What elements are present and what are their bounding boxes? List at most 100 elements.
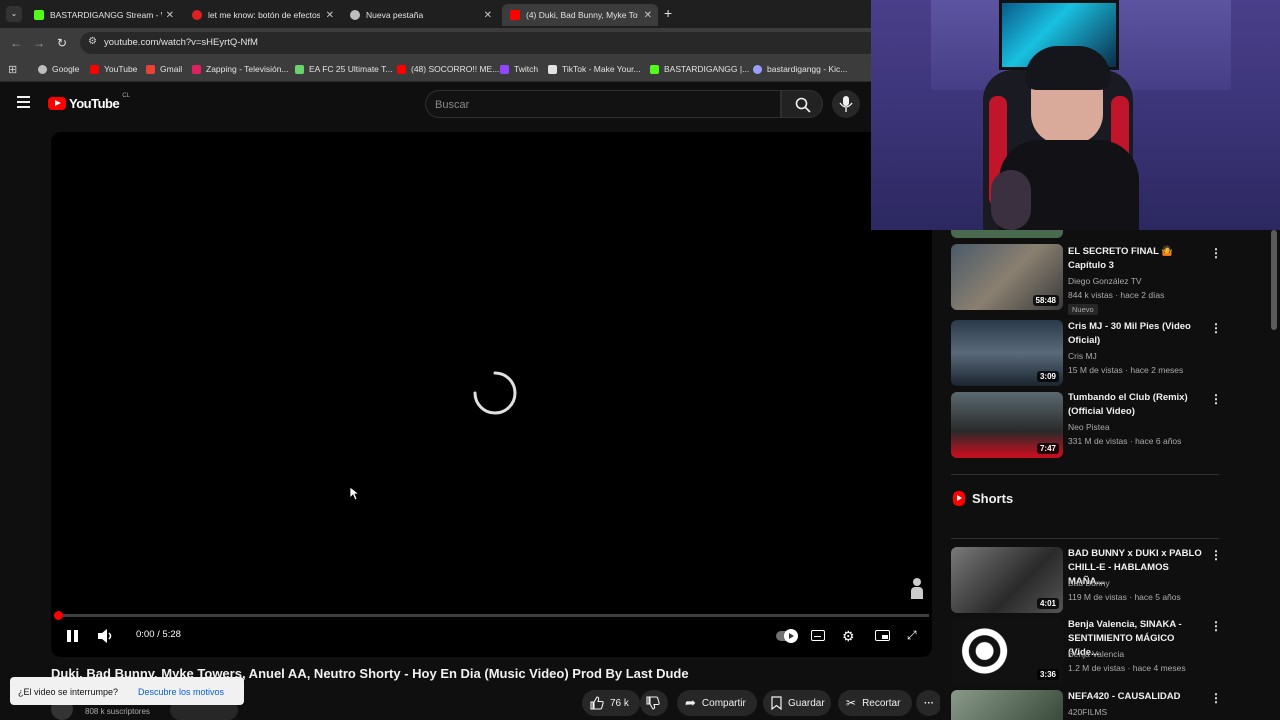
tab-new-tab[interactable]: Nueva pestaña ✕: [342, 4, 498, 26]
bookmark-socorro[interactable]: (48) SOCORRO!! ME...: [397, 64, 499, 74]
time-display: 0:00 / 5:28: [136, 629, 181, 640]
save-button[interactable]: Guardar: [763, 690, 831, 716]
channel-name[interactable]: 420FILMS: [1068, 707, 1107, 717]
new-tab-plus-icon[interactable]: +: [664, 5, 672, 21]
chrome-icon: [350, 10, 360, 20]
more-vertical-icon[interactable]: ⋮: [1210, 246, 1222, 260]
tab-kick-stream[interactable]: BASTARDIGANGG Stream - Wa ✕: [26, 4, 180, 26]
bookmark-icon: [771, 696, 782, 710]
like-button[interactable]: 76 k: [582, 690, 640, 716]
shorts-heading: Shorts: [972, 491, 1014, 506]
fullscreen-icon[interactable]: ⤢: [907, 628, 917, 643]
new-badge: Nuevo: [1068, 304, 1098, 315]
subtitles-icon[interactable]: [811, 630, 825, 641]
bookmark-bastardigangg[interactable]: BASTARDIGANGG |...: [650, 64, 749, 74]
bookmark-google[interactable]: Google: [38, 64, 79, 74]
thumbs-up-icon: [590, 696, 604, 710]
channel-name[interactable]: Benja Valencia: [1068, 649, 1124, 659]
scrollbar[interactable]: [1271, 230, 1277, 330]
close-icon[interactable]: ✕: [484, 10, 492, 21]
autoplay-toggle[interactable]: [776, 629, 798, 643]
dislike-button[interactable]: [640, 690, 668, 716]
bookmark-zapping[interactable]: Zapping - Televisión...: [192, 64, 289, 74]
channel-name[interactable]: Diego González TV: [1068, 276, 1142, 286]
volume-icon[interactable]: [98, 629, 114, 643]
toast-question: ¿El video se interrumpe?: [18, 687, 119, 697]
channel-watermark-icon[interactable]: [911, 578, 923, 600]
url-text: youtube.com/watch?v=sHEyrtQ-NfM: [104, 37, 258, 48]
address-bar[interactable]: ⚙ youtube.com/watch?v=sHEyrtQ-NfM: [80, 32, 880, 54]
share-arrow-icon: ➦: [685, 695, 696, 710]
more-vertical-icon[interactable]: ⋮: [1210, 548, 1222, 562]
close-icon[interactable]: ✕: [644, 10, 652, 21]
youtube-icon: [397, 64, 406, 74]
video-title[interactable]: NEFA420 - CAUSALIDAD: [1068, 690, 1203, 704]
video-thumbnail[interactable]: 58:48: [951, 244, 1063, 310]
video-meta: 15 M de vistas · hace 2 meses: [1068, 365, 1184, 375]
kick-icon: [34, 10, 44, 20]
tab-let-me-know[interactable]: let me know: botón de efectos ✕: [184, 4, 340, 26]
loading-spinner-icon: [473, 371, 517, 415]
video-player[interactable]: 0:00 / 5:28 ⚙ ⤢: [51, 132, 932, 657]
bookmark-tiktok[interactable]: TikTok - Make Your...: [548, 64, 641, 74]
pause-button[interactable]: [67, 630, 78, 642]
youtube-icon: [90, 64, 99, 74]
section-divider: [951, 474, 1219, 475]
clip-button[interactable]: ✂ Recortar: [838, 690, 912, 716]
video-title[interactable]: Tumbando el Club (Remix) (Official Video…: [1068, 391, 1203, 419]
progress-bar[interactable]: [59, 614, 929, 617]
share-button[interactable]: ➦ Compartir: [677, 690, 757, 716]
site-info-icon[interactable]: ⚙: [88, 36, 97, 47]
forward-arrow-icon[interactable]: →: [33, 36, 45, 50]
tab-youtube-active[interactable]: (4) Duki, Bad Bunny, Myke Towe ✕: [502, 4, 658, 26]
video-thumbnail[interactable]: 4:01: [951, 547, 1063, 613]
video-title[interactable]: EL SECRETO FINAL 🤷 Capítulo 3: [1068, 245, 1203, 273]
back-arrow-icon[interactable]: ←: [10, 36, 22, 50]
apps-grid-icon[interactable]: ⊞: [8, 63, 17, 76]
youtube-icon: [510, 10, 520, 20]
shorts-logo-icon: [953, 491, 965, 506]
kick-icon: [753, 64, 762, 74]
video-title[interactable]: Cris MJ - 30 Mil Pies (Video Oficial): [1068, 320, 1203, 348]
channel-name[interactable]: Neo Pistea: [1068, 422, 1110, 432]
tab-search-chevron-icon[interactable]: ⌄: [6, 6, 22, 22]
thumbs-down-icon: [646, 696, 660, 710]
search-icon: [795, 97, 811, 113]
video-thumbnail[interactable]: 7:47: [951, 392, 1063, 458]
tiktok-icon: [548, 64, 557, 74]
bookmark-youtube[interactable]: YouTube: [90, 64, 137, 74]
streamer-arm: [991, 170, 1031, 230]
voice-search-button[interactable]: [832, 90, 860, 118]
progress-scrubber[interactable]: [54, 611, 63, 620]
miniplayer-icon[interactable]: [875, 630, 890, 641]
partial-video-thumb: [951, 230, 1063, 238]
close-icon[interactable]: ✕: [326, 10, 334, 21]
search-button[interactable]: [781, 90, 823, 118]
site-favicon-icon: [192, 10, 202, 20]
more-actions-button[interactable]: ···: [916, 690, 942, 716]
channel-name[interactable]: Cris MJ: [1068, 351, 1097, 361]
channel-name[interactable]: Bad Bunny: [1068, 578, 1110, 588]
video-thumbnail[interactable]: [951, 690, 1063, 720]
more-vertical-icon[interactable]: ⋮: [1210, 392, 1222, 406]
video-meta: 1.2 M de vistas · hace 4 meses: [1068, 663, 1186, 673]
video-thumbnail[interactable]: 3:36: [951, 618, 1063, 684]
microphone-icon: [839, 96, 853, 112]
close-icon[interactable]: ✕: [166, 10, 174, 21]
more-vertical-icon[interactable]: ⋮: [1210, 691, 1222, 705]
bookmark-kick[interactable]: bastardigangg - Kic...: [753, 64, 847, 74]
video-thumbnail[interactable]: 3:09: [951, 320, 1063, 386]
search-input[interactable]: Buscar: [425, 90, 781, 118]
more-vertical-icon[interactable]: ⋮: [1210, 321, 1222, 335]
menu-hamburger-icon[interactable]: [17, 96, 30, 108]
bookmark-ea-fc[interactable]: EA FC 25 Ultimate T...: [295, 64, 392, 74]
more-vertical-icon[interactable]: ⋮: [1210, 619, 1222, 633]
bookmark-twitch[interactable]: Twitch: [500, 64, 538, 74]
youtube-logo[interactable]: YouTube CL: [48, 93, 130, 111]
bookmark-gmail[interactable]: Gmail: [146, 64, 182, 74]
streamer-hair: [1025, 46, 1111, 90]
toast-link[interactable]: Descubre los motivos: [138, 687, 224, 697]
reload-icon[interactable]: ↻: [57, 36, 67, 50]
subscriber-count: 808 k suscriptores: [85, 707, 150, 716]
settings-gear-icon[interactable]: ⚙: [842, 628, 855, 645]
